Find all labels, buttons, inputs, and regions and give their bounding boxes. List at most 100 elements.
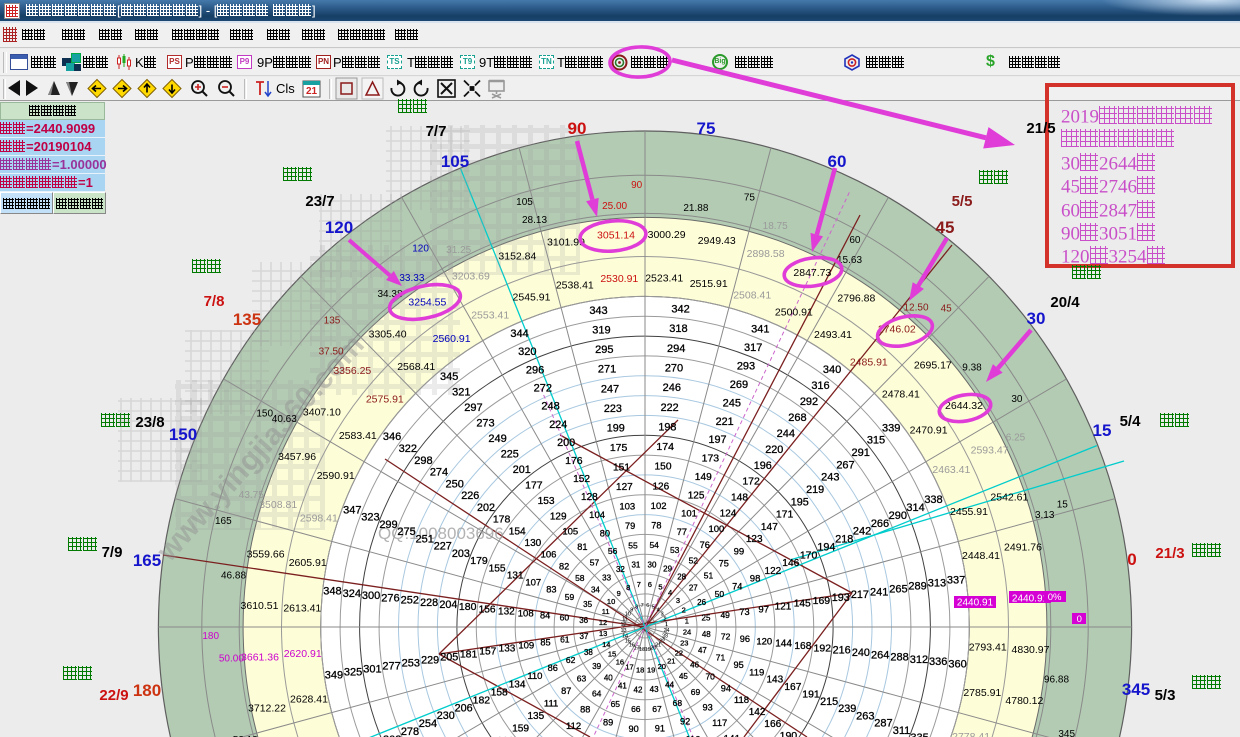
svg-text:3356.25: 3356.25: [333, 365, 371, 377]
svg-text:70: 70: [705, 671, 715, 681]
svg-text:180: 180: [133, 681, 161, 700]
svg-text:2553.41: 2553.41: [471, 310, 509, 322]
svg-text:60: 60: [828, 152, 847, 171]
svg-text:295: 295: [595, 344, 613, 356]
svg-text:300: 300: [362, 590, 380, 602]
svg-text:132: 132: [498, 607, 515, 618]
svg-text:3559.66: 3559.66: [247, 549, 285, 561]
svg-text:34: 34: [591, 586, 600, 595]
svg-text:104: 104: [589, 510, 605, 521]
svg-text:2695.17: 2695.17: [914, 360, 952, 372]
svg-text:131: 131: [507, 571, 524, 582]
svg-text:83: 83: [546, 585, 556, 595]
svg-text:219: 219: [806, 484, 824, 496]
svg-text:5/5: 5/5: [952, 193, 973, 210]
svg-text:345: 345: [1122, 680, 1150, 699]
svg-text:312: 312: [910, 654, 928, 666]
svg-text:145: 145: [794, 599, 811, 610]
svg-text:125: 125: [688, 490, 705, 501]
svg-text:158: 158: [491, 687, 508, 698]
svg-text:2793.41: 2793.41: [969, 641, 1007, 653]
svg-text:130: 130: [525, 538, 542, 549]
svg-text:338: 338: [924, 494, 942, 506]
svg-text:3051.14: 3051.14: [597, 229, 635, 241]
svg-text:4: 4: [657, 608, 660, 614]
svg-text:336: 336: [929, 656, 947, 668]
svg-text:195: 195: [791, 496, 809, 508]
svg-text:268: 268: [788, 412, 806, 424]
svg-text:2847.73: 2847.73: [793, 267, 831, 279]
svg-text:247: 247: [601, 383, 619, 395]
svg-text:246: 246: [663, 382, 681, 394]
svg-text:81: 81: [577, 542, 587, 552]
svg-text:16: 16: [616, 657, 624, 666]
svg-text:2560.91: 2560.91: [433, 333, 471, 345]
svg-text:105: 105: [562, 527, 578, 538]
svg-text:155: 155: [489, 563, 506, 574]
svg-text:182: 182: [473, 694, 491, 706]
svg-text:25: 25: [702, 614, 711, 623]
svg-text:49: 49: [720, 610, 730, 620]
svg-text:349: 349: [325, 669, 343, 681]
svg-text:40.63: 40.63: [272, 414, 297, 425]
svg-text:46.88: 46.88: [221, 571, 246, 582]
svg-text:169: 169: [813, 595, 831, 607]
svg-text:28.13: 28.13: [522, 215, 547, 226]
svg-text:176: 176: [565, 455, 583, 467]
svg-text:103: 103: [619, 501, 635, 512]
svg-text:112: 112: [566, 721, 581, 732]
svg-text:90: 90: [568, 119, 587, 138]
svg-text:2493.41: 2493.41: [814, 329, 852, 341]
svg-text:3712.22: 3712.22: [248, 702, 286, 714]
svg-text:43: 43: [650, 685, 659, 694]
svg-text:269: 269: [730, 379, 748, 391]
svg-text:3407.10: 3407.10: [303, 406, 341, 418]
svg-text:203: 203: [452, 548, 470, 560]
svg-text:38: 38: [584, 648, 593, 657]
svg-text:77: 77: [677, 527, 687, 537]
svg-text:168: 168: [794, 641, 811, 652]
svg-text:241: 241: [870, 586, 888, 598]
svg-text:175: 175: [610, 442, 628, 454]
svg-text:252: 252: [401, 595, 419, 607]
svg-text:35: 35: [583, 600, 592, 609]
svg-text:20/4: 20/4: [1050, 294, 1080, 311]
svg-text:2455.91: 2455.91: [950, 506, 988, 518]
svg-text:96.88: 96.88: [1044, 674, 1069, 685]
svg-text:60: 60: [849, 235, 861, 246]
svg-text:0%: 0%: [1048, 592, 1062, 603]
svg-text:9: 9: [617, 589, 621, 598]
svg-text:153: 153: [538, 496, 555, 507]
svg-text:250: 250: [446, 478, 464, 490]
svg-text:30: 30: [1011, 394, 1023, 405]
svg-text:288: 288: [890, 652, 908, 664]
svg-text:92: 92: [680, 716, 690, 726]
svg-text:181: 181: [460, 649, 478, 661]
svg-text:12.50: 12.50: [903, 303, 928, 314]
svg-text:229: 229: [421, 655, 439, 667]
svg-text:13: 13: [599, 629, 607, 638]
svg-text:52: 52: [689, 556, 699, 566]
svg-text:196: 196: [754, 460, 772, 472]
svg-text:2530.91: 2530.91: [600, 273, 638, 285]
svg-text:2440.91: 2440.91: [957, 598, 994, 609]
svg-text:27: 27: [689, 584, 698, 593]
svg-text:47: 47: [698, 646, 707, 655]
svg-text:110: 110: [527, 671, 542, 682]
svg-text:254: 254: [419, 718, 437, 730]
svg-text:55: 55: [628, 540, 638, 550]
svg-text:7/8: 7/8: [204, 293, 225, 310]
svg-text:45: 45: [679, 672, 688, 681]
svg-text:316: 316: [811, 380, 829, 392]
svg-text:342: 342: [671, 303, 689, 315]
svg-text:345: 345: [440, 371, 458, 383]
svg-text:64: 64: [592, 689, 602, 699]
svg-text:2613.41: 2613.41: [283, 602, 321, 614]
svg-text:90: 90: [631, 180, 643, 191]
svg-text:156: 156: [479, 604, 496, 615]
svg-text:205: 205: [440, 652, 458, 664]
svg-text:240: 240: [852, 647, 870, 659]
svg-text:2463.41: 2463.41: [932, 464, 970, 476]
svg-text:248: 248: [541, 401, 559, 413]
svg-text:89: 89: [603, 718, 613, 728]
